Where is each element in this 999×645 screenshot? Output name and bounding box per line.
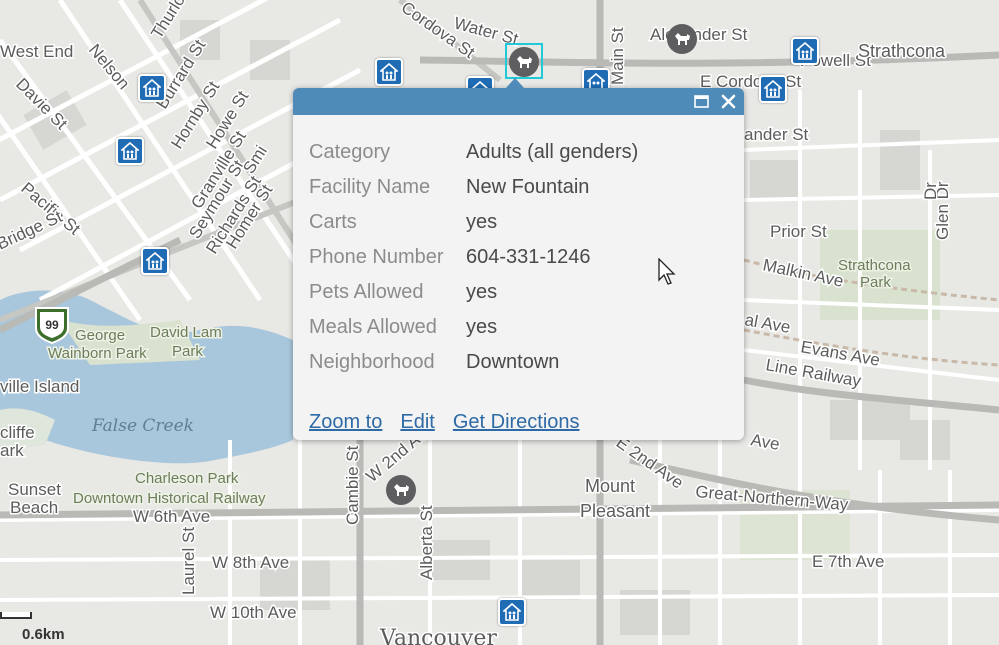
field-value: yes [466, 281, 498, 303]
park-label: George [75, 327, 125, 344]
mouse-cursor-icon [658, 258, 676, 285]
close-icon[interactable] [720, 93, 737, 110]
field-value: yes [466, 316, 498, 338]
table-row: Carts yes [309, 205, 638, 240]
city-label: Vancouver [379, 626, 497, 645]
selection-highlight [505, 43, 543, 79]
water-label: False Creek [91, 416, 194, 436]
dog-icon [675, 33, 690, 45]
park-label: David Lam [150, 324, 222, 341]
pet-marker[interactable] [386, 475, 416, 505]
street-label: W 10th Ave [210, 603, 297, 622]
pet-marker[interactable] [667, 24, 697, 54]
highway-number: 99 [45, 318, 59, 332]
maximize-icon[interactable] [693, 93, 710, 110]
highway-shield-icon: 99 [35, 307, 69, 345]
house-with-people-icon [764, 80, 782, 98]
area-label: Beach [10, 498, 58, 517]
shelter-marker[interactable] [791, 37, 819, 65]
park-label: Park [860, 274, 891, 291]
street-label: E 7th Ave [812, 552, 884, 571]
shelter-marker[interactable] [498, 598, 526, 626]
get-directions-link[interactable]: Get Directions [453, 411, 580, 433]
shelter-marker[interactable] [138, 74, 166, 102]
table-row: Neighborhood Downtown [309, 345, 638, 380]
house-with-people-icon [143, 79, 161, 97]
park-label: Park [172, 343, 203, 360]
park-label: Wainborn Park [48, 345, 147, 362]
shelter-marker[interactable] [141, 247, 169, 275]
table-row: Phone Number 604-331-1246 [309, 240, 638, 275]
area-label: ville Island [0, 377, 79, 396]
table-row: Category Adults (all genders) [309, 135, 638, 170]
field-label: Meals Allowed [309, 316, 437, 338]
park-label: Strathcona [838, 257, 911, 274]
house-with-people-icon [380, 63, 398, 81]
house-with-people-icon [146, 252, 164, 270]
street-label: Cambie St [343, 445, 362, 525]
scale-label: 0.6km [22, 626, 65, 643]
field-label: Neighborhood [309, 351, 435, 373]
street-label: Alberta St [417, 505, 436, 580]
field-value: Downtown [466, 351, 560, 373]
street-label: Main St [608, 27, 627, 85]
table-row: Facility Name New Fountain [309, 170, 638, 205]
area-label: Sunset [8, 480, 61, 499]
street-label: Alexander St [650, 25, 748, 44]
shelter-marker[interactable] [116, 137, 144, 165]
table-row: Pets Allowed yes [309, 275, 638, 310]
street-label: W 6th Ave [133, 507, 210, 526]
street-label: W 8th Ave [212, 553, 289, 572]
field-value: New Fountain [466, 176, 590, 198]
field-value: 604-331-1246 [466, 246, 591, 268]
street-label: Prior St [770, 222, 827, 241]
field-label: Carts [309, 211, 357, 233]
house-with-people-icon [796, 42, 814, 60]
field-label: Category [309, 141, 391, 163]
street-label: West End [0, 42, 73, 61]
house-with-people-icon [121, 142, 139, 160]
field-value: yes [466, 211, 498, 233]
shelter-marker[interactable] [759, 75, 787, 103]
scale-bar-line [0, 612, 32, 619]
park-label: Charleson Park [135, 470, 239, 487]
popup-actions: Zoom to Edit Get Directions [309, 411, 598, 434]
neighborhood-label: Strathcona [858, 41, 946, 61]
neighborhood-label: Pleasant [580, 501, 650, 521]
neighborhood-label: Mount [585, 476, 635, 496]
street-label: Dr [921, 182, 940, 200]
zoom-to-link[interactable]: Zoom to [309, 411, 382, 433]
popup-header [293, 88, 744, 115]
house-with-people-icon [503, 603, 521, 621]
field-label: Phone Number [309, 246, 444, 268]
street-label: Laurel St [179, 527, 198, 595]
field-label: Facility Name [309, 176, 431, 198]
area-label: ark [0, 441, 24, 460]
shelter-marker[interactable] [375, 58, 403, 86]
street-label: ander St [744, 125, 809, 144]
table-row: Meals Allowed yes [309, 310, 638, 345]
area-label: cliffe [0, 423, 35, 442]
field-value: Adults (all genders) [466, 141, 639, 163]
edit-link[interactable]: Edit [400, 411, 434, 433]
dog-icon [394, 484, 409, 496]
park-label: Downtown Historical Railway [73, 490, 266, 507]
field-label: Pets Allowed [309, 281, 424, 303]
attribute-table: Category Adults (all genders) Facility Na… [309, 135, 638, 380]
